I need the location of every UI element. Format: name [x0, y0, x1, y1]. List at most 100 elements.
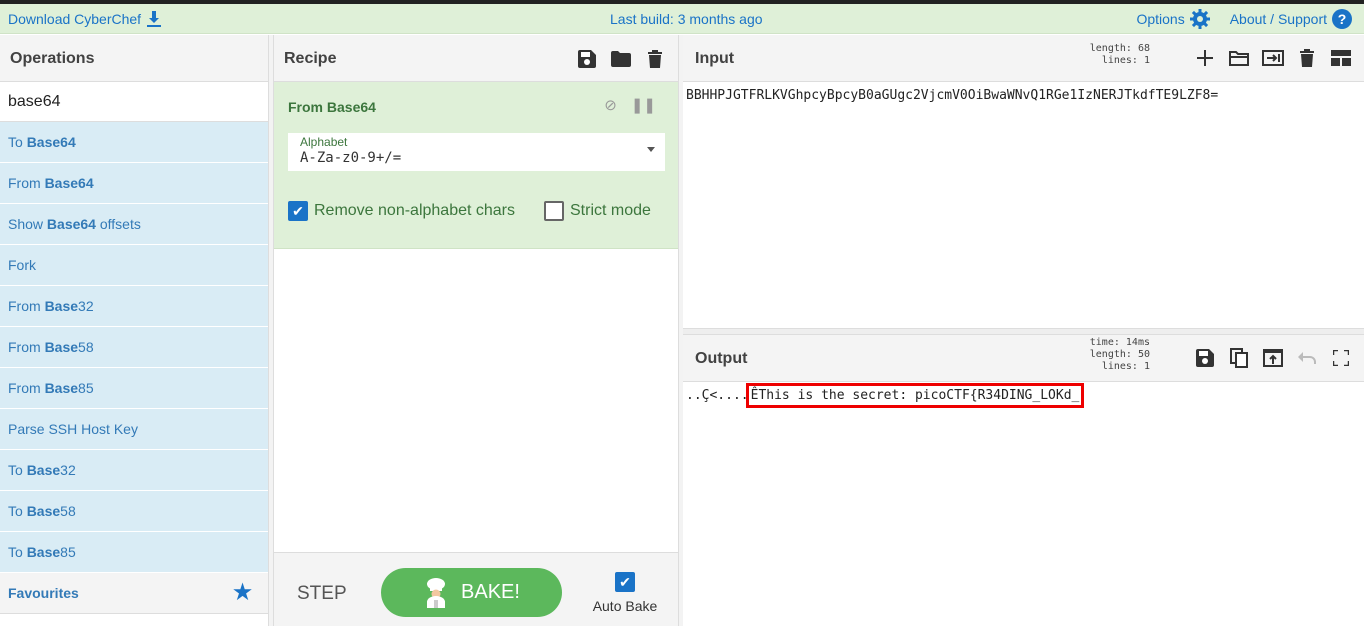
operation-item[interactable]: To Base64 — [0, 122, 268, 163]
operation-item-prefix: To — [8, 503, 27, 519]
disable-operation-icon[interactable]: ⊘ — [604, 96, 617, 114]
operation-item[interactable]: From Base64 — [0, 163, 268, 204]
length-label: length: — [1089, 349, 1132, 360]
operations-panel: Operations base64 To Base64 From Base64 Sh… — [0, 35, 269, 626]
operation-item-prefix: To — [8, 462, 27, 478]
operation-item-prefix: Fork — [8, 257, 36, 273]
output-length: 50 — [1137, 349, 1150, 360]
bake-controls: STEP BAKE! ✔ Auto Bake — [274, 552, 678, 626]
checkbox-checked-icon: ✔ — [288, 201, 308, 221]
chevron-down-icon — [647, 147, 655, 152]
operation-item-prefix: To — [8, 134, 27, 150]
folder-outline-icon — [1229, 51, 1249, 66]
input-textarea[interactable]: BBHHPJGTFRLKVGhpcyBpcyB0aGUgc2VjcmV0OiBw… — [683, 82, 1364, 328]
output-stats: time: 14ms length: 50 lines: 1 — [1090, 337, 1150, 373]
operation-item-match: Base — [44, 380, 79, 396]
operation-item[interactable]: To Base32 — [0, 450, 268, 491]
lines-label: lines: — [1101, 361, 1138, 372]
operation-item[interactable]: From Base85 — [0, 368, 268, 409]
recipe-title-label: Recipe — [284, 50, 337, 67]
copy-output-button[interactable] — [1228, 347, 1250, 369]
highlighted-secret: ÊThis is the secret: picoCTF{R34DING_LOK… — [745, 383, 1085, 408]
pause-icon[interactable]: ❚❚ — [631, 96, 656, 114]
chef-icon — [427, 577, 446, 608]
operation-item-suffix: offsets — [95, 216, 141, 232]
output-prefix: ..Ç<.... — [686, 388, 749, 403]
operation-item-prefix: From — [8, 380, 45, 396]
operation-item-suffix: 32 — [60, 462, 76, 478]
operation-item-prefix: From — [8, 298, 45, 314]
time-label: time: — [1089, 337, 1120, 348]
reset-layout-button[interactable] — [1330, 47, 1352, 69]
load-recipe-button[interactable] — [610, 48, 632, 70]
output-lines: 1 — [1143, 361, 1150, 372]
about-label: About / Support — [1229, 11, 1327, 27]
top-banner: Download CyberChef Last build: 3 months … — [0, 4, 1364, 34]
input-icon — [1262, 50, 1284, 66]
length-label: length: — [1089, 43, 1132, 54]
download-icon — [147, 11, 162, 27]
checkbox-unchecked-icon — [544, 201, 564, 221]
save-recipe-button[interactable] — [576, 48, 598, 70]
open-input-button[interactable] — [1262, 47, 1284, 69]
favourites-category[interactable]: Favourites ★ — [0, 573, 268, 614]
strict-mode-label: Strict mode — [570, 202, 651, 219]
checkbox-checked-icon: ✔ — [615, 572, 635, 592]
alphabet-select[interactable]: Alphabet A-Za-z0-9+/= — [288, 133, 665, 171]
operation-item[interactable]: From Base32 — [0, 286, 268, 327]
operation-item-match: Base64 — [26, 134, 76, 150]
operation-item-prefix: Parse SSH Host Key — [8, 421, 138, 437]
input-lines: 1 — [1143, 55, 1150, 66]
operation-item[interactable]: To Base58 — [0, 491, 268, 532]
auto-bake-toggle[interactable]: ✔ Auto Bake — [592, 572, 658, 614]
io-panel: Input length: 68 lines: 1 BBHHPJGTFRLKVG… — [683, 35, 1364, 626]
io-resizer[interactable] — [683, 328, 1364, 335]
download-label: Download CyberChef — [8, 11, 142, 27]
alphabet-value: A-Za-z0-9+/= — [300, 150, 402, 166]
bake-label: BAKE! — [461, 581, 520, 603]
layout-icon — [1331, 50, 1351, 66]
maximise-output-button[interactable] — [1330, 347, 1352, 369]
operation-item-prefix: From — [8, 339, 45, 355]
recipe-operation-from-base64[interactable]: From Base64 ⊘ ❚❚ Alphabet A-Za-z0-9+/= ✔… — [274, 82, 678, 249]
clear-input-button[interactable] — [1296, 47, 1318, 69]
step-button[interactable]: STEP — [297, 583, 347, 605]
last-build: Last build: 3 months ago — [610, 11, 763, 27]
recipe-title: Recipe — [274, 35, 678, 82]
save-output-button[interactable] — [1194, 347, 1216, 369]
about-support-button[interactable]: About / Support ? — [1230, 9, 1352, 29]
add-input-button[interactable] — [1194, 47, 1216, 69]
operations-search-input[interactable]: base64 — [0, 82, 268, 122]
strict-mode-checkbox[interactable]: Strict mode — [544, 201, 651, 221]
gear-icon — [1189, 9, 1210, 29]
input-title: Input — [695, 50, 735, 67]
bake-button[interactable]: BAKE! — [381, 568, 562, 617]
options-label: Options — [1136, 11, 1185, 27]
folder-icon — [611, 51, 631, 67]
remove-non-alphabet-checkbox[interactable]: ✔ Remove non-alphabet chars — [288, 201, 515, 221]
operation-item-match: Base — [26, 462, 61, 478]
operation-item[interactable]: Show Base64 offsets — [0, 204, 268, 245]
operation-item[interactable]: From Base58 — [0, 327, 268, 368]
fullscreen-icon — [1333, 350, 1349, 366]
operation-item-suffix: 85 — [78, 380, 94, 396]
operation-item[interactable]: Parse SSH Host Key — [0, 409, 268, 450]
output-time: 14ms — [1125, 337, 1150, 348]
recipe-panel: Recipe From Base64 ⊘ ❚❚ Alphabet A-Za-z0… — [273, 35, 679, 626]
operation-item-suffix: 32 — [78, 298, 94, 314]
options-button[interactable]: Options — [1136, 9, 1210, 29]
operation-item-match: Base — [26, 544, 61, 560]
operation-item[interactable]: Fork — [0, 245, 268, 286]
open-file-button[interactable] — [1228, 47, 1250, 69]
operation-name: From Base64 — [288, 99, 376, 115]
replace-input-button[interactable] — [1262, 347, 1284, 369]
operation-item[interactable]: To Base85 — [0, 532, 268, 573]
output-header: Output time: 14ms length: 50 lines: 1 — [683, 335, 1364, 382]
output-text[interactable]: ..Ç<.... ÊThis is the secret: picoCTF{R34… — [683, 382, 1364, 409]
plus-icon — [1197, 50, 1213, 66]
operations-title: Operations — [0, 35, 268, 82]
input-stats: length: 68 lines: 1 — [1090, 43, 1150, 67]
download-link[interactable]: Download CyberChef — [8, 11, 162, 27]
undo-button[interactable] — [1296, 347, 1318, 369]
clear-recipe-button[interactable] — [644, 48, 666, 70]
